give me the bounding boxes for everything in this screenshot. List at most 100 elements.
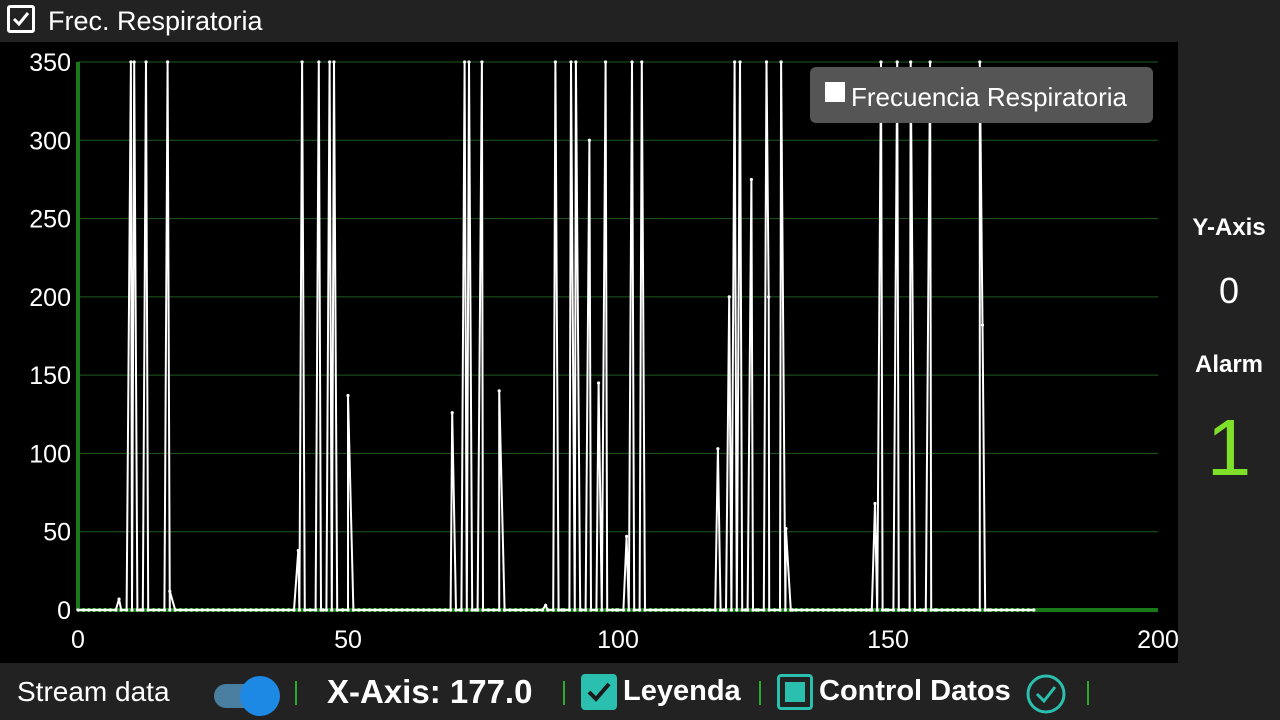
data-point xyxy=(206,608,210,612)
y-tick-label: 100 xyxy=(29,440,71,468)
data-point xyxy=(92,608,96,612)
separator xyxy=(759,681,761,705)
x-tick-label: 200 xyxy=(1137,626,1178,654)
data-point xyxy=(640,60,644,64)
data-point xyxy=(659,608,663,612)
data-point xyxy=(929,608,933,612)
data-point xyxy=(625,534,629,539)
data-point xyxy=(553,60,557,64)
legend-label: Frecuencia Respiratoria xyxy=(851,82,1128,112)
data-point xyxy=(881,608,885,612)
data-point xyxy=(891,608,896,612)
data-point xyxy=(837,608,842,612)
y-tick-label: 200 xyxy=(29,284,71,312)
check-icon xyxy=(12,12,30,27)
data-point xyxy=(767,608,771,612)
data-point xyxy=(994,608,998,612)
data-point xyxy=(848,608,852,612)
x-axis-readout: X-Axis: 177.0 xyxy=(327,673,533,710)
data-point xyxy=(762,608,766,612)
data-point xyxy=(467,60,471,64)
data-point xyxy=(627,608,631,612)
data-point xyxy=(463,60,467,64)
control-datos-checkbox[interactable] xyxy=(777,674,813,710)
data-point xyxy=(924,608,928,612)
toggle-knob xyxy=(240,676,280,716)
data-point xyxy=(265,608,269,612)
control-datos-label: Control Datos xyxy=(819,675,1011,707)
data-point xyxy=(254,608,258,612)
data-point xyxy=(800,608,804,612)
data-point xyxy=(378,608,382,612)
data-point xyxy=(492,608,496,612)
data-point xyxy=(481,608,485,612)
data-point xyxy=(330,608,334,612)
data-point xyxy=(562,608,566,612)
data-point xyxy=(405,608,409,612)
data-point xyxy=(999,608,1004,612)
data-point xyxy=(621,608,626,612)
y-tick-label: 50 xyxy=(43,519,71,547)
data-point xyxy=(579,608,583,612)
data-point xyxy=(567,608,572,612)
data-point xyxy=(432,608,436,612)
data-point xyxy=(875,608,879,612)
data-point xyxy=(524,608,528,612)
separator xyxy=(563,681,565,705)
data-point xyxy=(1021,608,1025,612)
data-point xyxy=(508,608,512,612)
data-point xyxy=(738,60,742,64)
data-point xyxy=(735,608,739,612)
data-point xyxy=(130,608,134,612)
y-axis-value: 0 xyxy=(1218,270,1240,311)
data-point xyxy=(702,608,707,612)
data-point xyxy=(422,608,426,612)
data-point xyxy=(675,608,680,612)
chart-title: Frec. Respiratoria xyxy=(48,6,263,36)
data-point xyxy=(681,608,685,612)
data-point xyxy=(551,608,555,612)
data-point xyxy=(778,608,782,612)
data-point xyxy=(956,608,960,612)
check-circle-icon[interactable] xyxy=(1025,673,1067,715)
data-point xyxy=(427,608,431,612)
data-point xyxy=(557,608,561,612)
data-point xyxy=(1032,608,1036,612)
data-point xyxy=(144,60,148,64)
data-point xyxy=(654,608,658,612)
data-point xyxy=(535,608,539,612)
data-point xyxy=(928,60,932,64)
data-point xyxy=(450,411,454,415)
data-point xyxy=(411,608,415,612)
data-point xyxy=(216,608,220,612)
separator xyxy=(1087,681,1089,705)
data-point xyxy=(773,608,777,612)
data-point xyxy=(184,608,188,612)
data-point xyxy=(983,608,987,612)
data-point xyxy=(249,608,253,612)
data-point xyxy=(87,608,91,612)
data-point xyxy=(117,597,121,601)
data-point xyxy=(270,608,274,612)
leyenda-checkbox[interactable] xyxy=(581,674,617,710)
data-point xyxy=(574,60,578,64)
data-point xyxy=(724,608,728,612)
data-point xyxy=(480,60,484,64)
data-point xyxy=(978,608,982,612)
data-point xyxy=(767,295,771,299)
title-checkbox[interactable] xyxy=(7,5,35,33)
data-point xyxy=(935,608,939,612)
data-point xyxy=(459,608,463,612)
data-point xyxy=(449,608,453,612)
data-point xyxy=(859,608,863,612)
data-point xyxy=(341,608,345,612)
data-point xyxy=(779,60,783,64)
data-point xyxy=(918,608,923,612)
data-point xyxy=(300,60,304,64)
data-point xyxy=(1026,608,1030,612)
data-point xyxy=(821,608,825,612)
data-point xyxy=(166,60,170,64)
stream-data-toggle[interactable] xyxy=(214,676,280,716)
data-point xyxy=(697,608,701,612)
check-icon xyxy=(587,682,611,702)
